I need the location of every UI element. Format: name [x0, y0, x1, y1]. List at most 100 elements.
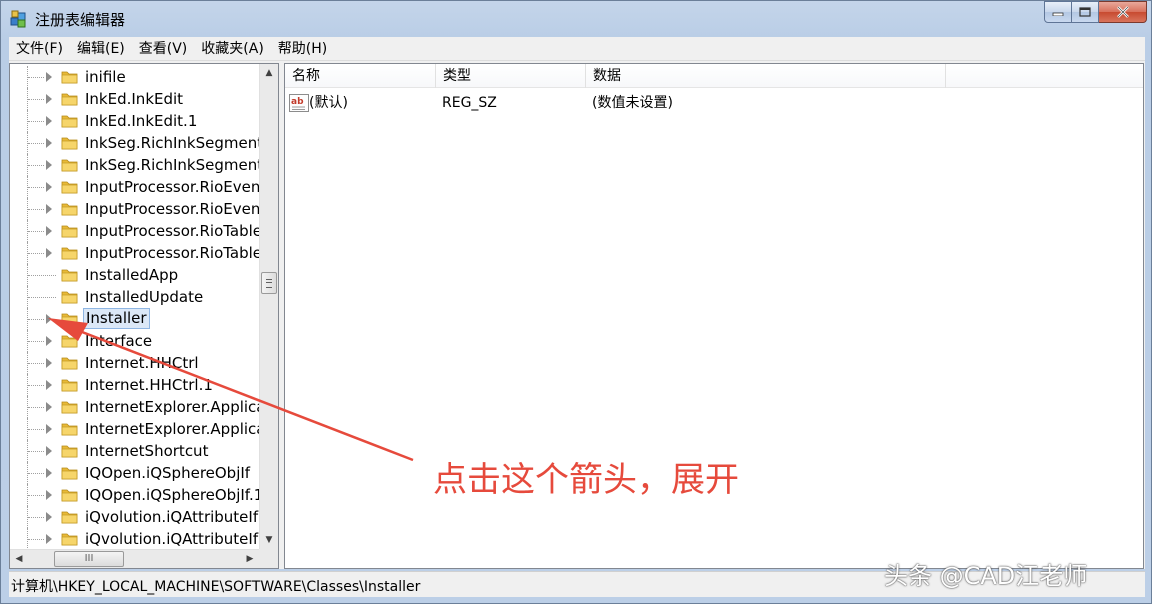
expand-arrow-icon[interactable]	[46, 138, 52, 148]
tree-item[interactable]: Interface	[10, 330, 260, 352]
expand-arrow-icon[interactable]	[46, 116, 52, 126]
tree-item[interactable]: Installer	[10, 308, 260, 330]
registry-tree[interactable]: inifile InkEd.InkEdit InkEd.InkEdit.1 InkSe…	[9, 63, 279, 569]
tree-item[interactable]: Internet.HHCtrl.1	[10, 374, 260, 396]
value-name: (默认)	[309, 95, 348, 111]
expand-arrow-icon[interactable]	[46, 248, 52, 258]
tree-item-label: Internet.HHCtrl.1	[85, 376, 213, 394]
expand-arrow-icon[interactable]	[46, 94, 52, 104]
tree-vertical-scrollbar[interactable]: ▲ ▼	[259, 64, 278, 549]
minimize-icon	[1052, 12, 1064, 16]
tree-horizontal-scrollbar[interactable]: ◀ III ▶	[10, 549, 259, 568]
tree-item-label: Installer	[83, 308, 150, 329]
tree-item[interactable]: iQvolution.iQAttributeIf	[10, 528, 260, 550]
expand-arrow-icon[interactable]	[46, 424, 52, 434]
tree-item[interactable]: Internet.HHCtrl	[10, 352, 260, 374]
expand-arrow-icon[interactable]	[46, 490, 52, 500]
menu-favorites[interactable]: 收藏夹(A)	[194, 38, 271, 60]
scroll-left-arrow-icon[interactable]: ◀	[10, 550, 28, 568]
minimize-button[interactable]	[1044, 1, 1072, 23]
expand-arrow-icon[interactable]	[46, 204, 52, 214]
menu-bar: 文件(F) 编辑(E) 查看(V) 收藏夹(A) 帮助(H)	[9, 37, 1145, 61]
tree-item-label: InstalledApp	[85, 266, 179, 284]
tree-branch-line	[28, 297, 56, 298]
close-icon	[1116, 6, 1129, 18]
menu-help[interactable]: 帮助(H)	[271, 38, 334, 60]
folder-icon	[61, 465, 79, 481]
registry-editor-window: 注册表编辑器 文件(F) 编辑(E) 查看(V) 收藏夹(A) 帮助(H) in…	[0, 0, 1152, 604]
tree-item[interactable]: InkEd.InkEdit.1	[10, 110, 260, 132]
expand-arrow-icon[interactable]	[46, 402, 52, 412]
horizontal-scroll-thumb[interactable]: III	[54, 551, 124, 567]
tree-item-label: InternetShortcut	[85, 442, 209, 460]
expand-arrow-icon[interactable]	[46, 380, 52, 390]
tree-item[interactable]: InstalledUpdate	[10, 286, 260, 308]
folder-icon	[61, 333, 79, 349]
tree-item-label: InputProcessor.RioEven	[85, 200, 261, 218]
menu-file[interactable]: 文件(F)	[9, 38, 70, 60]
value-data: (数值未设置)	[592, 95, 673, 111]
scroll-down-arrow-icon[interactable]: ▼	[260, 531, 278, 549]
column-name-header[interactable]: 名称	[285, 64, 436, 88]
folder-icon	[61, 311, 79, 327]
tree-item-label: inifile	[85, 68, 126, 86]
tree-item[interactable]: inifile	[10, 66, 260, 88]
tree-item-label: InputProcessor.RioTable	[85, 222, 263, 240]
folder-icon	[61, 113, 79, 129]
expand-arrow-icon[interactable]	[46, 72, 52, 82]
maximize-button[interactable]	[1072, 1, 1099, 23]
expand-arrow-icon[interactable]	[46, 314, 52, 324]
expand-arrow-icon[interactable]	[46, 512, 52, 522]
scroll-thumb[interactable]	[261, 272, 277, 294]
folder-icon	[61, 421, 79, 437]
list-item[interactable]: ab (默认) REG_SZ (数值未设置)	[285, 92, 1143, 114]
expand-arrow-icon[interactable]	[46, 226, 52, 236]
scroll-up-arrow-icon[interactable]: ▲	[260, 64, 278, 82]
menu-view[interactable]: 查看(V)	[132, 38, 195, 60]
expand-arrow-icon[interactable]	[46, 446, 52, 456]
tree-item[interactable]: InternetExplorer.Applica	[10, 396, 265, 418]
expand-arrow-icon[interactable]	[46, 468, 52, 478]
tree-item-label: IQOpen.iQSphereObjIf	[85, 464, 251, 482]
expand-arrow-icon[interactable]	[46, 534, 52, 544]
folder-icon	[61, 267, 79, 283]
close-button[interactable]	[1099, 1, 1147, 23]
svg-text:ab: ab	[291, 97, 304, 107]
title-bar[interactable]: 注册表编辑器	[1, 1, 1152, 37]
tree-item[interactable]: InputProcessor.RioEven	[10, 176, 260, 198]
tree-item-label: Internet.HHCtrl	[85, 354, 199, 372]
tree-item[interactable]: InstalledApp	[10, 264, 260, 286]
expand-arrow-icon[interactable]	[46, 358, 52, 368]
expand-arrow-icon[interactable]	[46, 182, 52, 192]
tree-item[interactable]: InternetShortcut	[10, 440, 260, 462]
tree-item[interactable]: InkSeg.RichInkSegment	[10, 132, 264, 154]
annotation-text: 点击这个箭头，展开	[433, 460, 739, 500]
folder-icon	[61, 509, 79, 525]
tree-item[interactable]: InputProcessor.RioTable	[10, 220, 263, 242]
tree-item[interactable]: InkEd.InkEdit	[10, 88, 260, 110]
tree-item[interactable]: InternetExplorer.Applica	[10, 418, 265, 440]
tree-item-label: InkEd.InkEdit	[85, 90, 184, 108]
tree-item[interactable]: iQvolution.iQAttributeIf	[10, 506, 260, 528]
tree-item[interactable]: InputProcessor.RioEven	[10, 198, 260, 220]
folder-icon	[61, 179, 79, 195]
menu-edit[interactable]: 编辑(E)	[70, 38, 132, 60]
value-type: REG_SZ	[442, 95, 497, 111]
status-path: 计算机\HKEY_LOCAL_MACHINE\SOFTWARE\Classes\…	[11, 579, 421, 595]
window-title: 注册表编辑器	[35, 11, 126, 29]
tree-item-label: iQvolution.iQAttributeIf	[85, 508, 259, 526]
tree-item[interactable]: IQOpen.iQSphereObjIf.1	[10, 484, 263, 506]
column-type-header[interactable]: 类型	[436, 64, 586, 88]
tree-item-label: InkSeg.RichInkSegment	[85, 156, 264, 174]
string-value-icon: ab	[289, 94, 309, 112]
column-data-header[interactable]: 数据	[586, 64, 946, 88]
tree-item-label: InkSeg.RichInkSegment	[85, 134, 264, 152]
tree-item[interactable]: InkSeg.RichInkSegment	[10, 154, 264, 176]
tree-item-label: iQvolution.iQAttributeIf	[85, 530, 259, 548]
expand-arrow-icon[interactable]	[46, 160, 52, 170]
scroll-right-arrow-icon[interactable]: ▶	[241, 550, 259, 568]
expand-arrow-icon[interactable]	[46, 336, 52, 346]
tree-item[interactable]: InputProcessor.RioTable	[10, 242, 262, 264]
scrollbar-corner	[259, 549, 278, 568]
tree-item[interactable]: IQOpen.iQSphereObjIf	[10, 462, 260, 484]
